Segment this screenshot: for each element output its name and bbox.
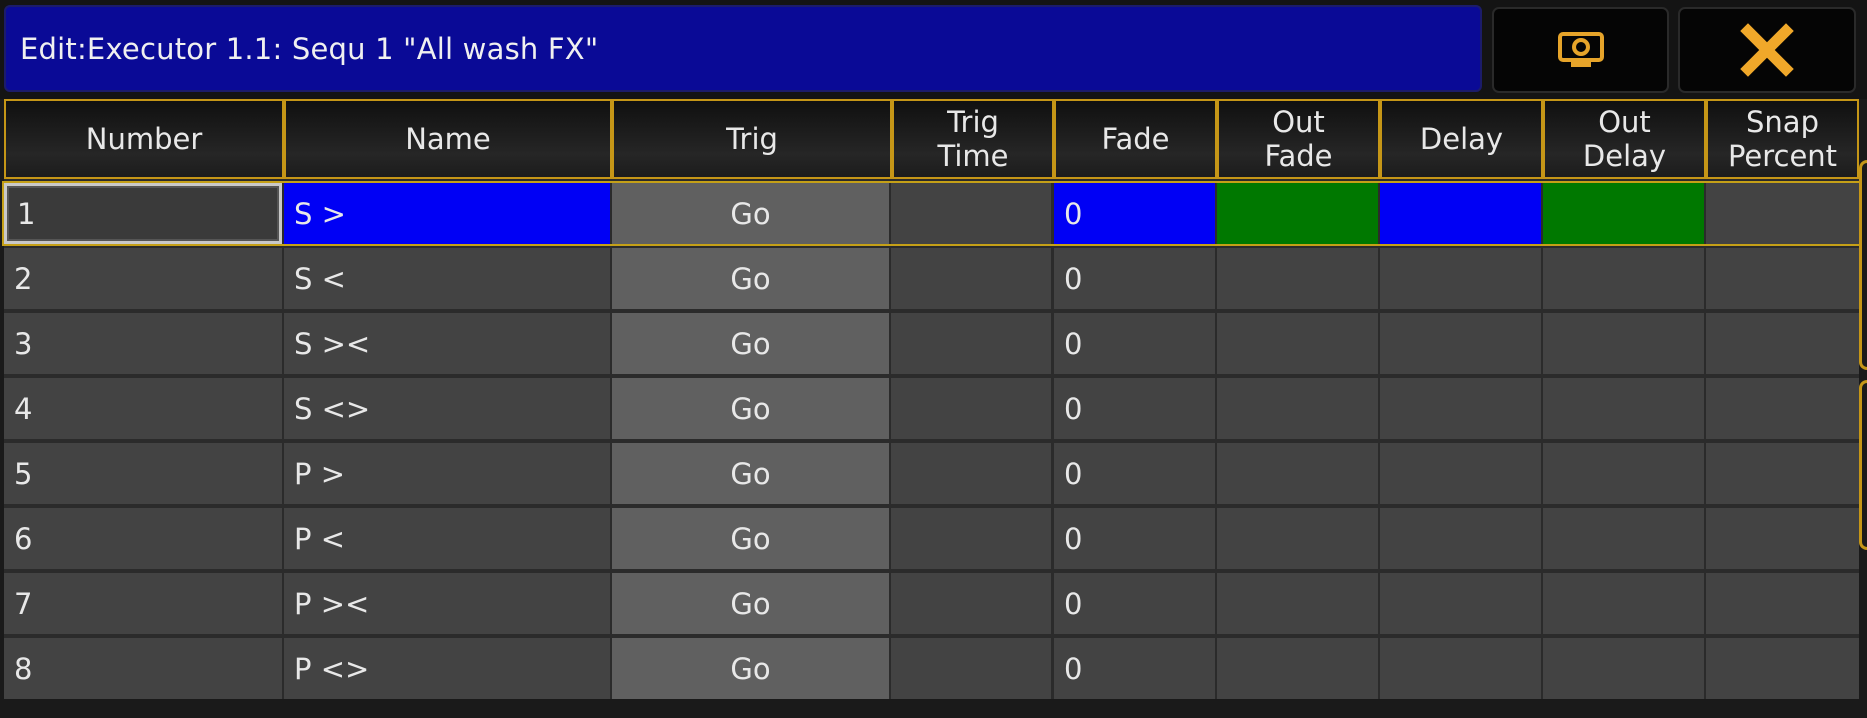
scroll-handle[interactable] (1859, 380, 1867, 550)
table-row[interactable]: 7 P >< Go 0 (4, 573, 1859, 634)
cell-trig-time[interactable] (891, 313, 1051, 374)
cell-fade[interactable]: 0 (1054, 248, 1215, 309)
cell-delay[interactable] (1380, 183, 1541, 244)
column-header-number[interactable]: Number (4, 99, 284, 179)
cell-trig-time[interactable] (891, 443, 1051, 504)
table-row[interactable]: 8 P <> Go 0 (4, 638, 1859, 699)
cell-number[interactable]: 8 (4, 638, 282, 699)
cell-delay[interactable] (1380, 638, 1541, 699)
column-header-snap-percent[interactable]: Snap Percent (1706, 99, 1859, 179)
cell-out-delay[interactable] (1543, 508, 1704, 569)
cell-number[interactable]: 5 (4, 443, 282, 504)
cell-snap-percent[interactable] (1706, 638, 1859, 699)
cell-fade[interactable]: 0 (1054, 183, 1215, 244)
cell-trig-time[interactable] (891, 248, 1051, 309)
column-header-name[interactable]: Name (284, 99, 612, 179)
cell-trig[interactable]: Go (612, 443, 889, 504)
cell-fade[interactable]: 0 (1054, 638, 1215, 699)
cell-snap-percent[interactable] (1706, 378, 1859, 439)
cell-out-delay[interactable] (1543, 638, 1704, 699)
cell-delay[interactable] (1380, 378, 1541, 439)
column-header-delay[interactable]: Delay (1380, 99, 1543, 179)
close-button[interactable] (1678, 7, 1856, 93)
cell-name[interactable]: P > (284, 443, 610, 504)
cell-number[interactable]: 2 (4, 248, 282, 309)
view-icon (1557, 32, 1604, 67)
column-header-out-fade[interactable]: Out Fade (1217, 99, 1380, 179)
cell-trig[interactable]: Go (612, 183, 889, 244)
table-row[interactable]: 6 P < Go 0 (4, 508, 1859, 569)
cell-out-delay[interactable] (1543, 313, 1704, 374)
close-icon (1740, 23, 1794, 77)
cell-out-fade[interactable] (1217, 573, 1378, 634)
cell-name[interactable]: S > (284, 183, 610, 244)
cell-name[interactable]: P < (284, 508, 610, 569)
cell-out-fade[interactable] (1217, 508, 1378, 569)
column-header-fade[interactable]: Fade (1054, 99, 1217, 179)
cell-out-delay[interactable] (1543, 443, 1704, 504)
column-header-trig-time[interactable]: Trig Time (892, 99, 1054, 179)
cell-trig-time[interactable] (891, 508, 1051, 569)
cell-fade[interactable]: 0 (1054, 573, 1215, 634)
cell-number[interactable]: 7 (4, 573, 282, 634)
sequence-sheet: Number Name Trig Trig Time Fade Out Fade… (2, 99, 1861, 699)
cell-delay[interactable] (1380, 508, 1541, 569)
cell-snap-percent[interactable] (1706, 573, 1859, 634)
table-row[interactable]: 2 S < Go 0 (4, 248, 1859, 309)
cell-trig-time[interactable] (891, 378, 1051, 439)
table-row[interactable]: 4 S <> Go 0 (4, 378, 1859, 439)
table-row[interactable]: 5 P > Go 0 (4, 443, 1859, 504)
cell-out-fade[interactable] (1217, 313, 1378, 374)
table-row[interactable]: 1 S > Go 0 (2, 181, 1861, 246)
title-bar: Edit:Executor 1.1: Sequ 1 "All wash FX" (0, 0, 1867, 99)
cell-fade[interactable]: 0 (1054, 508, 1215, 569)
cell-fade[interactable]: 0 (1054, 443, 1215, 504)
cell-out-delay[interactable] (1543, 183, 1704, 244)
cell-snap-percent[interactable] (1706, 248, 1859, 309)
window-title: Edit:Executor 1.1: Sequ 1 "All wash FX" (4, 5, 1482, 92)
cell-trig-time[interactable] (891, 573, 1051, 634)
cell-delay[interactable] (1380, 443, 1541, 504)
cell-fade[interactable]: 0 (1054, 313, 1215, 374)
view-button[interactable] (1492, 7, 1669, 93)
cell-snap-percent[interactable] (1706, 183, 1859, 244)
cell-number[interactable]: 4 (4, 378, 282, 439)
cell-name[interactable]: S >< (284, 313, 610, 374)
cell-out-delay[interactable] (1543, 573, 1704, 634)
cell-snap-percent[interactable] (1706, 443, 1859, 504)
cell-out-fade[interactable] (1217, 638, 1378, 699)
cell-out-delay[interactable] (1543, 248, 1704, 309)
cell-trig[interactable]: Go (612, 573, 889, 634)
cell-name[interactable]: S < (284, 248, 610, 309)
cell-out-fade[interactable] (1217, 183, 1378, 244)
cell-trig[interactable]: Go (612, 638, 889, 699)
cell-out-fade[interactable] (1217, 443, 1378, 504)
cell-name[interactable]: S <> (284, 378, 610, 439)
cell-delay[interactable] (1380, 248, 1541, 309)
cell-trig-time[interactable] (891, 183, 1051, 244)
table-row[interactable]: 3 S >< Go 0 (4, 313, 1859, 374)
cell-number[interactable]: 1 (4, 183, 282, 244)
cell-snap-percent[interactable] (1706, 313, 1859, 374)
cell-fade[interactable]: 0 (1054, 378, 1215, 439)
scroll-handle[interactable] (1859, 160, 1867, 370)
column-header-out-delay[interactable]: Out Delay (1543, 99, 1706, 179)
cell-out-fade[interactable] (1217, 378, 1378, 439)
cell-delay[interactable] (1380, 313, 1541, 374)
cell-out-delay[interactable] (1543, 378, 1704, 439)
cell-snap-percent[interactable] (1706, 508, 1859, 569)
cell-name[interactable]: P >< (284, 573, 610, 634)
cell-number[interactable]: 6 (4, 508, 282, 569)
column-header-trig[interactable]: Trig (612, 99, 892, 179)
cell-delay[interactable] (1380, 573, 1541, 634)
cell-trig[interactable]: Go (612, 378, 889, 439)
cell-number[interactable]: 3 (4, 313, 282, 374)
cell-trig[interactable]: Go (612, 248, 889, 309)
cell-trig-time[interactable] (891, 638, 1051, 699)
cell-name[interactable]: P <> (284, 638, 610, 699)
cell-trig[interactable]: Go (612, 508, 889, 569)
cell-out-fade[interactable] (1217, 248, 1378, 309)
cell-trig[interactable]: Go (612, 313, 889, 374)
table-header: Number Name Trig Trig Time Fade Out Fade… (4, 99, 1859, 181)
